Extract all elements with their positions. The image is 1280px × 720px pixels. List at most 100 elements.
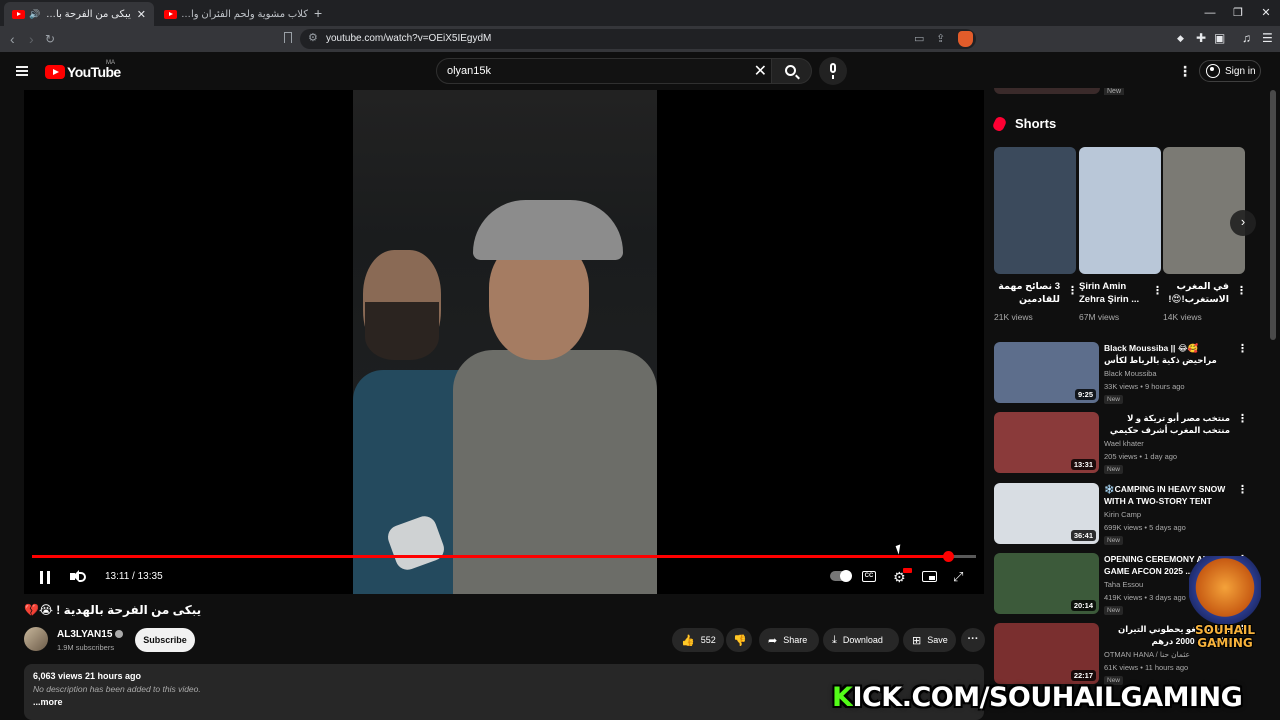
maximize-button[interactable]: ❐ bbox=[1224, 0, 1252, 26]
miniplayer-button[interactable] bbox=[922, 571, 937, 582]
volume-button[interactable] bbox=[70, 569, 86, 585]
close-window-button[interactable]: ✕ bbox=[1252, 0, 1280, 26]
cast-icon[interactable]: ▭ bbox=[914, 32, 924, 45]
like-button[interactable]: 👍 552 bbox=[672, 628, 724, 652]
verified-icon bbox=[115, 630, 124, 639]
share-button[interactable]: ➦ Share bbox=[759, 628, 819, 652]
wallet-icon[interactable]: ◆ bbox=[1177, 33, 1184, 44]
minimize-button[interactable]: — bbox=[1196, 0, 1224, 26]
channel-name[interactable]: Taha Essou bbox=[1104, 580, 1143, 589]
short-thumbnail[interactable] bbox=[1163, 147, 1245, 274]
previous-item-thumbnail[interactable] bbox=[994, 88, 1100, 94]
video-thumbnail[interactable]: 9:25 bbox=[994, 342, 1099, 403]
search-input[interactable]: olyan15k ✕ bbox=[436, 58, 772, 84]
page-scrollbar[interactable] bbox=[1270, 90, 1276, 340]
share-page-icon[interactable]: ⇪ bbox=[936, 32, 945, 45]
channel-avatar[interactable] bbox=[24, 627, 48, 651]
save-button[interactable]: ⊞ Save bbox=[903, 628, 956, 652]
video-menu-icon[interactable]: ⋮ bbox=[1237, 342, 1248, 355]
guide-menu-icon[interactable] bbox=[16, 66, 28, 76]
video-title[interactable]: Black Moussiba || 😂🥰 مراحيض ذكية بالرباط… bbox=[1104, 342, 1230, 366]
autoplay-toggle[interactable] bbox=[830, 570, 852, 582]
more-actions-button[interactable]: ··· bbox=[961, 628, 985, 652]
short-title[interactable]: 3 نصائح مهمة للقادمين للمغرب... bbox=[994, 280, 1060, 308]
short-views: 14K views bbox=[1163, 312, 1202, 322]
dislike-button[interactable]: 👎 bbox=[726, 628, 752, 652]
show-more-link[interactable]: ...more bbox=[33, 697, 63, 707]
recommended-video[interactable]: 9:25 Black Moussiba || 😂🥰 مراحيض ذكية با… bbox=[994, 342, 1250, 404]
media-icon[interactable]: ♫ bbox=[1242, 31, 1251, 45]
short-menu-icon[interactable]: ⋮ bbox=[1152, 284, 1163, 297]
video-thumbnail[interactable]: 36:41 bbox=[994, 483, 1099, 544]
video-title[interactable]: ❄️CAMPING IN HEAVY SNOW WITH A TWO-STORY… bbox=[1104, 483, 1230, 507]
tab-title: كلاب مشوية ولحم الفئران والتماسيح bbox=[181, 8, 308, 20]
short-thumbnail[interactable] bbox=[1079, 147, 1161, 274]
recommended-video[interactable]: 13:31 منتخب مصر أبو تريكة و لا منتخب الم… bbox=[994, 412, 1250, 474]
shorts-next-arrow-icon[interactable]: › bbox=[1230, 210, 1256, 236]
video-duration: 36:41 bbox=[1070, 530, 1096, 541]
progress-bar[interactable] bbox=[32, 551, 976, 562]
youtube-logo[interactable]: YouTube MA bbox=[45, 60, 121, 80]
browser-tab-active[interactable]: 🔊 يبكى من الفرحة بالهدية ! 😭💔 ✕ bbox=[4, 2, 154, 26]
short-title[interactable]: في المغرب الاستغرب!😍! bbox=[1163, 280, 1229, 308]
short-card[interactable]: 3 نصائح مهمة للقادمين للمغرب... 21K view… bbox=[994, 147, 1078, 322]
url-field[interactable]: ⚙ youtube.com/watch?v=OEiX5IEgydM ▭ ⇪ bbox=[300, 29, 976, 49]
kick-channel-banner: KICK.COM/SOUHAILGAMING bbox=[832, 682, 1243, 713]
short-menu-icon[interactable]: ⋮ bbox=[1067, 284, 1078, 297]
channel-name[interactable]: OTMAN HANA / عثمان حنا bbox=[1104, 650, 1190, 659]
brave-shields-icon[interactable] bbox=[958, 31, 973, 47]
share-label: Share bbox=[783, 635, 808, 645]
video-title[interactable]: منتخب مصر أبو تريكة و لا منتخب المغرب أش… bbox=[1104, 412, 1230, 436]
short-menu-icon[interactable]: ⋮ bbox=[1236, 284, 1247, 297]
fullscreen-icon[interactable]: ⤢ bbox=[953, 570, 963, 583]
progress-scrubber[interactable] bbox=[942, 551, 954, 562]
short-card[interactable]: Şirin Amin Zehra Şirin ... 67M views ⋮ bbox=[1079, 147, 1163, 322]
video-frame[interactable] bbox=[353, 90, 657, 594]
forward-icon[interactable]: › bbox=[29, 31, 34, 47]
new-badge: New bbox=[1104, 88, 1125, 95]
channel-name[interactable]: AL3LYAN15 bbox=[57, 629, 124, 640]
pause-button[interactable] bbox=[40, 571, 50, 584]
video-player[interactable] bbox=[24, 90, 984, 594]
short-thumbnail[interactable] bbox=[994, 147, 1076, 274]
video-thumbnail[interactable]: 20:14 bbox=[994, 553, 1099, 614]
recommended-video[interactable]: 36:41 ❄️CAMPING IN HEAVY SNOW WITH A TWO… bbox=[994, 483, 1250, 545]
subscribe-button[interactable]: Subscribe bbox=[135, 628, 195, 652]
bookmark-icon[interactable] bbox=[284, 32, 292, 43]
menu-icon[interactable]: ☰ bbox=[1262, 31, 1273, 45]
back-icon[interactable]: ‹ bbox=[10, 31, 15, 47]
description-text: No description has been added to this vi… bbox=[33, 684, 201, 694]
sidebar-toggle-icon[interactable]: ▣ bbox=[1214, 31, 1225, 45]
tab-close-icon[interactable]: ✕ bbox=[137, 8, 146, 21]
clear-search-icon[interactable]: ✕ bbox=[754, 61, 767, 81]
channel-name[interactable]: Black Moussiba bbox=[1104, 369, 1157, 378]
subtitles-button[interactable]: CC bbox=[862, 571, 876, 582]
video-thumbnail[interactable]: 22:17 bbox=[994, 623, 1099, 684]
new-tab-button[interactable]: + bbox=[314, 5, 322, 21]
spartan-helmet-emblem bbox=[1189, 556, 1261, 626]
thumbs-up-icon: 👍 bbox=[681, 634, 695, 647]
subscriber-count: 1.9M subscribers bbox=[57, 643, 115, 652]
video-menu-icon[interactable]: ⋮ bbox=[1237, 412, 1248, 425]
search-button[interactable] bbox=[772, 58, 812, 84]
sign-in-button[interactable]: Sign in bbox=[1199, 60, 1261, 82]
browser-tab-inactive[interactable]: كلاب مشوية ولحم الفئران والتماسيح bbox=[156, 2, 316, 26]
new-badge: New bbox=[1104, 395, 1124, 404]
speaker-icon[interactable]: 🔊 bbox=[29, 9, 40, 20]
channel-name[interactable]: Wael khater bbox=[1104, 439, 1144, 448]
reload-icon[interactable]: ↻ bbox=[45, 32, 55, 46]
short-title[interactable]: Şirin Amin Zehra Şirin ... bbox=[1079, 280, 1145, 308]
channel-name-text[interactable]: AL3LYAN15 bbox=[57, 629, 112, 640]
extensions-icon[interactable]: ✚ bbox=[1196, 31, 1206, 45]
share-icon: ➦ bbox=[768, 634, 778, 647]
download-button[interactable]: ⤓ Download bbox=[823, 628, 899, 652]
channel-name[interactable]: Kirin Camp bbox=[1104, 510, 1141, 519]
site-info-icon[interactable]: ⚙ bbox=[308, 31, 318, 44]
video-thumbnail[interactable]: 13:31 bbox=[994, 412, 1099, 473]
video-menu-icon[interactable]: ⋮ bbox=[1237, 483, 1248, 496]
voice-search-button[interactable] bbox=[819, 57, 847, 85]
shorts-header: Shorts bbox=[991, 114, 1056, 133]
settings-menu-icon[interactable]: ⋮ bbox=[1178, 64, 1192, 78]
short-card[interactable]: في المغرب الاستغرب!😍! 14K views ⋮ bbox=[1163, 147, 1247, 322]
new-badge: New bbox=[1104, 465, 1124, 474]
